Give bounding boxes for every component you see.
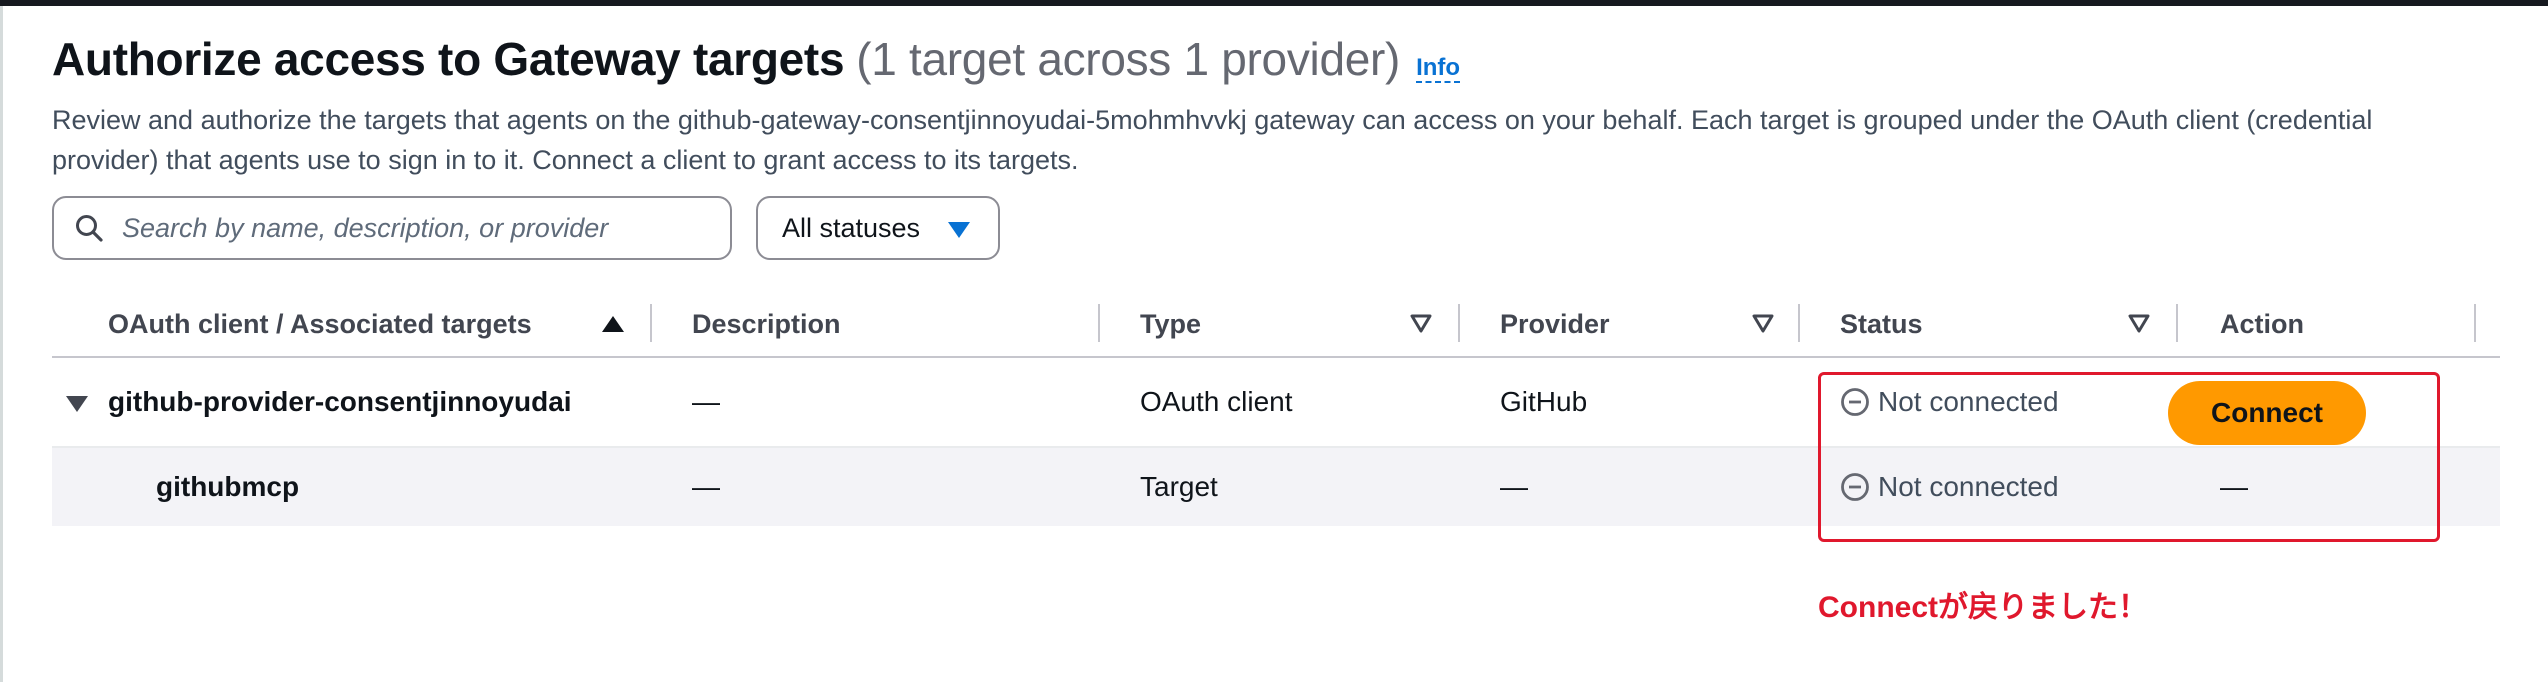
search-input[interactable] — [122, 212, 682, 244]
caret-down-icon[interactable] — [66, 396, 88, 412]
table-header: OAuth client / Associated targets Descri… — [52, 290, 2500, 358]
top-border — [0, 0, 2548, 6]
page-description: Review and authorize the targets that ag… — [52, 105, 2373, 175]
search-box[interactable] — [52, 196, 732, 260]
column-header-description[interactable]: Description — [692, 290, 841, 358]
column-divider[interactable] — [2176, 304, 2178, 342]
column-divider[interactable] — [1458, 304, 1460, 342]
row-provider: GitHub — [1500, 386, 1588, 417]
column-divider[interactable] — [650, 304, 652, 342]
row-type: Target — [1140, 471, 1218, 502]
column-header-provider[interactable]: Provider — [1500, 290, 1610, 358]
column-label: OAuth client / Associated targets — [108, 308, 532, 339]
column-label: Description — [692, 308, 841, 339]
page-title: Authorize access to Gateway targets — [52, 33, 845, 85]
sort-ascending-icon[interactable] — [602, 290, 624, 358]
column-label: Action — [2220, 308, 2304, 339]
row-name: githubmcp — [156, 471, 300, 502]
annotation-text: Connectが戻りました！ — [1818, 591, 2148, 624]
status-filter-select[interactable]: All statuses — [756, 196, 1000, 260]
row-description: — — [692, 386, 720, 417]
column-header-name[interactable]: OAuth client / Associated targets — [108, 290, 532, 358]
column-label: Status — [1840, 308, 1923, 339]
row-description: — — [692, 471, 720, 502]
search-icon — [76, 215, 103, 242]
column-divider[interactable] — [1798, 304, 1800, 342]
row-type: OAuth client — [1140, 386, 1293, 417]
annotation-highlight-box — [1818, 372, 2440, 542]
sort-descending-icon[interactable] — [2128, 290, 2150, 358]
caret-down-icon — [948, 222, 970, 238]
sort-descending-icon[interactable] — [1410, 290, 1432, 358]
status-filter-value: All statuses — [782, 212, 921, 243]
info-link[interactable]: Info — [1416, 54, 1461, 84]
column-divider[interactable] — [1098, 304, 1100, 342]
row-provider: — — [1500, 471, 1528, 502]
column-header-status[interactable]: Status — [1840, 290, 1923, 358]
page-header: Authorize access to Gateway targets (1 t… — [52, 32, 1461, 86]
left-rail — [0, 6, 3, 682]
sort-descending-icon[interactable] — [1752, 290, 1774, 358]
column-label: Type — [1140, 308, 1202, 339]
column-header-action: Action — [2220, 290, 2304, 358]
column-divider[interactable] — [2474, 304, 2476, 342]
row-name: github-provider-consentjinnoyudai — [108, 386, 572, 417]
column-header-type[interactable]: Type — [1140, 290, 1201, 358]
title-row: Authorize access to Gateway targets (1 t… — [52, 32, 1461, 86]
column-label: Provider — [1500, 308, 1610, 339]
target-counter: (1 target across 1 provider) — [856, 33, 1401, 85]
